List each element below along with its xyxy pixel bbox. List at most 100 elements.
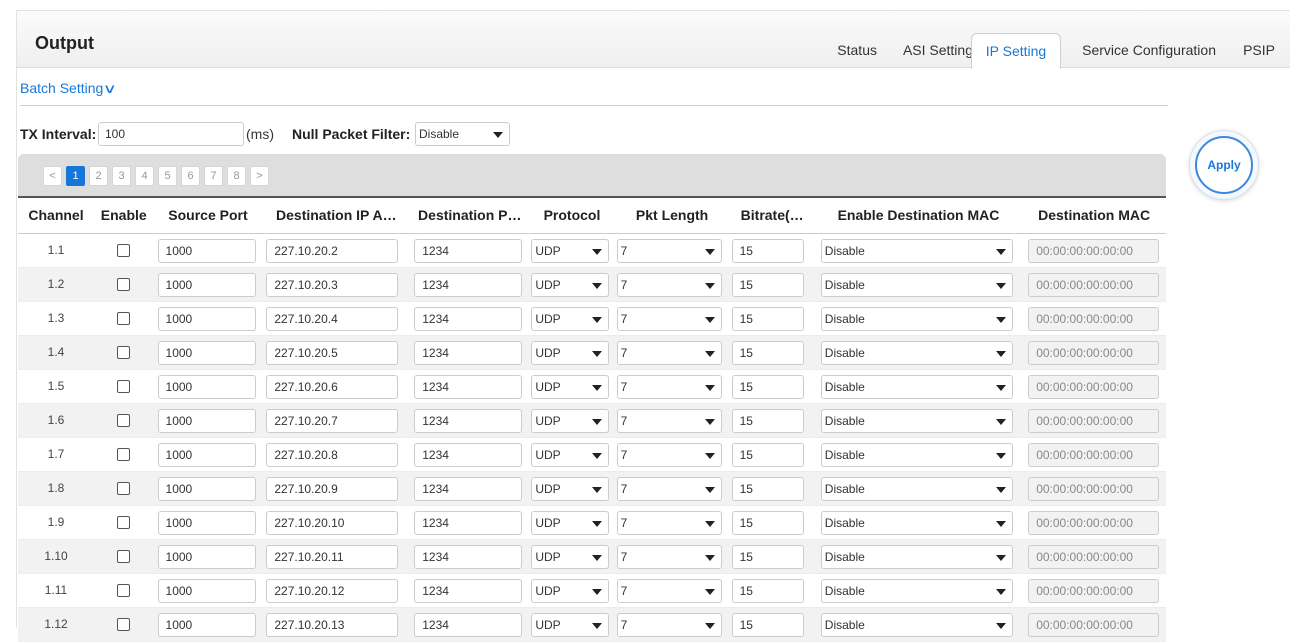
column-header-enable[interactable]: Enable — [93, 196, 154, 234]
enable-checkbox[interactable] — [117, 583, 131, 597]
enable-destination-mac-select[interactable]: Disable — [820, 374, 1013, 399]
source-port-input[interactable]: 1000 — [157, 374, 256, 399]
bitrate-input[interactable]: 15 — [731, 374, 804, 399]
pkt-length-select[interactable]: 7 — [616, 544, 722, 569]
enable-checkbox[interactable] — [117, 243, 131, 257]
enable-checkbox[interactable] — [117, 447, 131, 461]
protocol-select[interactable]: UDP — [531, 544, 610, 569]
page-button-3[interactable]: 3 — [112, 166, 131, 186]
pkt-length-select[interactable]: 7 — [616, 340, 722, 365]
destination-ip-input[interactable]: 227.10.20.6 — [266, 374, 399, 399]
enable-destination-mac-select[interactable]: Disable — [820, 340, 1013, 365]
destination-port-input[interactable]: 1234 — [414, 408, 523, 433]
source-port-input[interactable]: 1000 — [157, 408, 256, 433]
destination-ip-input[interactable]: 227.10.20.5 — [266, 340, 399, 365]
enable-destination-mac-select[interactable]: Disable — [820, 238, 1013, 263]
enable-destination-mac-select[interactable]: Disable — [820, 544, 1013, 569]
pkt-length-select[interactable]: 7 — [616, 442, 722, 467]
enable-checkbox[interactable] — [117, 549, 131, 563]
apply-button[interactable]: Apply — [1195, 136, 1253, 194]
enable-destination-mac-select[interactable]: Disable — [820, 476, 1013, 501]
bitrate-input[interactable]: 15 — [731, 238, 804, 263]
page-button-6[interactable]: 6 — [181, 166, 200, 186]
protocol-select[interactable]: UDP — [531, 510, 610, 535]
enable-destination-mac-select[interactable]: Disable — [820, 578, 1013, 603]
page-button-2[interactable]: 2 — [89, 166, 108, 186]
destination-port-input[interactable]: 1234 — [414, 578, 523, 603]
pkt-length-select[interactable]: 7 — [616, 578, 722, 603]
column-header-bitrate[interactable]: Bitrate(… — [729, 196, 815, 234]
tab-service-configuration[interactable]: Service Configuration — [1082, 33, 1216, 68]
protocol-select[interactable]: UDP — [531, 374, 610, 399]
tab-psip[interactable]: PSIP — [1243, 33, 1275, 68]
column-header-enable-destination-mac[interactable]: Enable Destination MAC — [814, 196, 1023, 234]
source-port-input[interactable]: 1000 — [157, 476, 256, 501]
destination-port-input[interactable]: 1234 — [414, 238, 523, 263]
enable-destination-mac-select[interactable]: Disable — [820, 612, 1013, 637]
pkt-length-select[interactable]: 7 — [616, 374, 722, 399]
source-port-input[interactable]: 1000 — [157, 238, 256, 263]
bitrate-input[interactable]: 15 — [731, 340, 804, 365]
protocol-select[interactable]: UDP — [531, 306, 610, 331]
protocol-select[interactable]: UDP — [531, 408, 610, 433]
destination-ip-input[interactable]: 227.10.20.8 — [266, 442, 399, 467]
pkt-length-select[interactable]: 7 — [616, 272, 722, 297]
tab-ip-setting[interactable]: IP Setting — [971, 33, 1061, 69]
pkt-length-select[interactable]: 7 — [616, 476, 722, 501]
batch-setting-toggle[interactable]: Batch Setting∨ — [20, 80, 117, 97]
page-button-7[interactable]: 7 — [204, 166, 223, 186]
enable-destination-mac-select[interactable]: Disable — [820, 442, 1013, 467]
source-port-input[interactable]: 1000 — [157, 544, 256, 569]
destination-port-input[interactable]: 1234 — [414, 306, 523, 331]
destination-port-input[interactable]: 1234 — [414, 442, 523, 467]
destination-ip-input[interactable]: 227.10.20.13 — [266, 612, 399, 637]
column-header-destination-ip[interactable]: Destination IP A… — [262, 196, 411, 234]
page-button-4[interactable]: 4 — [135, 166, 154, 186]
enable-checkbox[interactable] — [117, 481, 131, 495]
page-next-button[interactable]: > — [250, 166, 269, 186]
source-port-input[interactable]: 1000 — [157, 340, 256, 365]
page-prev-button[interactable]: < — [43, 166, 62, 186]
bitrate-input[interactable]: 15 — [731, 306, 804, 331]
protocol-select[interactable]: UDP — [531, 272, 610, 297]
destination-port-input[interactable]: 1234 — [414, 476, 523, 501]
bitrate-input[interactable]: 15 — [731, 408, 804, 433]
enable-checkbox[interactable] — [117, 617, 131, 631]
page-button-8[interactable]: 8 — [227, 166, 246, 186]
page-button-5[interactable]: 5 — [158, 166, 177, 186]
pkt-length-select[interactable]: 7 — [616, 612, 722, 637]
enable-destination-mac-select[interactable]: Disable — [820, 408, 1013, 433]
pkt-length-select[interactable]: 7 — [616, 306, 722, 331]
source-port-input[interactable]: 1000 — [157, 306, 256, 331]
column-header-channel[interactable]: Channel — [18, 196, 94, 234]
pkt-length-select[interactable]: 7 — [616, 408, 722, 433]
destination-ip-input[interactable]: 227.10.20.9 — [266, 476, 399, 501]
source-port-input[interactable]: 1000 — [157, 578, 256, 603]
bitrate-input[interactable]: 15 — [731, 544, 804, 569]
destination-ip-input[interactable]: 227.10.20.7 — [266, 408, 399, 433]
protocol-select[interactable]: UDP — [531, 442, 610, 467]
protocol-select[interactable]: UDP — [531, 578, 610, 603]
bitrate-input[interactable]: 15 — [731, 578, 804, 603]
destination-port-input[interactable]: 1234 — [414, 374, 523, 399]
bitrate-input[interactable]: 15 — [731, 272, 804, 297]
bitrate-input[interactable]: 15 — [731, 510, 804, 535]
column-header-source-port[interactable]: Source Port — [153, 196, 263, 234]
pkt-length-select[interactable]: 7 — [616, 510, 722, 535]
enable-checkbox[interactable] — [117, 345, 131, 359]
destination-ip-input[interactable]: 227.10.20.4 — [266, 306, 399, 331]
destination-ip-input[interactable]: 227.10.20.12 — [266, 578, 399, 603]
destination-port-input[interactable]: 1234 — [414, 510, 523, 535]
tab-asi-setting[interactable]: ASI Setting — [903, 33, 973, 68]
enable-checkbox[interactable] — [117, 311, 131, 325]
enable-destination-mac-select[interactable]: Disable — [820, 306, 1013, 331]
destination-ip-input[interactable]: 227.10.20.2 — [266, 238, 399, 263]
enable-destination-mac-select[interactable]: Disable — [820, 510, 1013, 535]
destination-port-input[interactable]: 1234 — [414, 612, 523, 637]
protocol-select[interactable]: UDP — [531, 238, 610, 263]
pkt-length-select[interactable]: 7 — [616, 238, 722, 263]
column-header-pkt-length[interactable]: Pkt Length — [614, 196, 730, 234]
bitrate-input[interactable]: 15 — [731, 612, 804, 637]
source-port-input[interactable]: 1000 — [157, 612, 256, 637]
protocol-select[interactable]: UDP — [531, 340, 610, 365]
